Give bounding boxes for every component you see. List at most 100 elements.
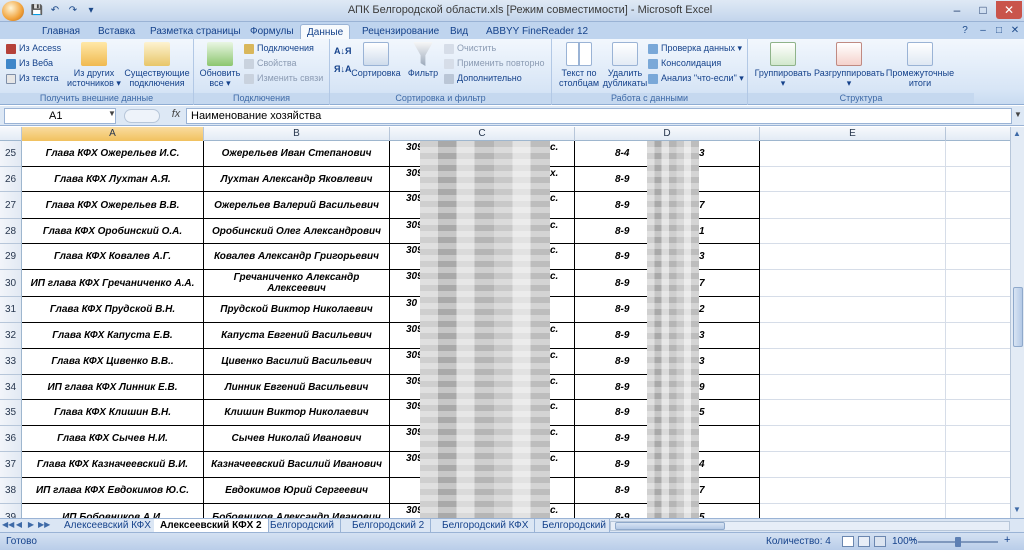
help-icon[interactable]: ? — [958, 24, 972, 37]
tab-data[interactable]: Данные — [300, 24, 351, 39]
cell-b[interactable]: Казначеевский Василий Иванович — [204, 452, 390, 478]
normal-view-icon[interactable] — [842, 536, 854, 547]
cell-b[interactable]: Клишин Виктор Николаевич — [204, 400, 390, 426]
tab-insert[interactable]: Вставка — [92, 24, 141, 39]
cell-e[interactable] — [760, 297, 946, 323]
cell-f[interactable] — [946, 244, 1010, 270]
row-header[interactable]: 35 — [0, 400, 22, 426]
zoom-in-icon[interactable]: + — [1004, 534, 1010, 546]
cell-e[interactable] — [760, 452, 946, 478]
cell-f[interactable] — [946, 167, 1010, 192]
tab-home[interactable]: Главная — [36, 24, 86, 39]
ungroup-button[interactable]: Разгруппировать ▾ — [814, 42, 885, 88]
cell-f[interactable] — [946, 375, 1010, 400]
what-if-button[interactable]: Анализ "что-если" ▾ — [648, 72, 744, 84]
row-header[interactable]: 34 — [0, 375, 22, 400]
sheet-tab-belgorodsky-2[interactable]: Белгородский 2 — [346, 519, 432, 533]
name-box-dropdown-icon[interactable]: ▼ — [108, 109, 116, 118]
cell-b[interactable]: Бобовников Александр Иванович — [204, 504, 390, 518]
cell-b[interactable]: Цивенко Василий Васильевич — [204, 349, 390, 375]
tab-review[interactable]: Рецензирование — [356, 24, 445, 39]
from-text-button[interactable]: Из текста — [6, 72, 59, 84]
save-icon[interactable]: 💾 — [30, 4, 44, 17]
cell-a[interactable]: Глава КФХ Сычев Н.И. — [22, 426, 204, 452]
row-header[interactable]: 33 — [0, 349, 22, 375]
cell-e[interactable] — [760, 375, 946, 400]
scroll-down-icon[interactable]: ▼ — [1013, 505, 1021, 514]
cell-b[interactable]: Ожерельев Валерий Васильевич — [204, 192, 390, 219]
row-header[interactable]: 27 — [0, 192, 22, 219]
reapply-button[interactable]: Применить повторно — [444, 57, 544, 69]
row-header[interactable]: 37 — [0, 452, 22, 478]
cell-a[interactable]: Глава КФХ Ожерельев И.С. — [22, 141, 204, 167]
tab-page-layout[interactable]: Разметка страницы — [144, 24, 247, 39]
from-web-button[interactable]: Из Веба — [6, 57, 53, 69]
column-header-c[interactable]: C — [390, 127, 575, 141]
clear-button[interactable]: Очистить — [444, 42, 496, 54]
cell-a[interactable]: Глава КФХ Клишин В.Н. — [22, 400, 204, 426]
cell-b[interactable]: Прудской Виктор Николаевич — [204, 297, 390, 323]
cell-e[interactable] — [760, 426, 946, 452]
row-header[interactable]: 30 — [0, 270, 22, 297]
last-sheet-icon[interactable]: ▶▶ — [38, 520, 50, 532]
select-all-corner[interactable] — [0, 127, 22, 141]
vertical-scrollbar[interactable]: ▲ ▼ — [1010, 127, 1024, 518]
page-break-view-icon[interactable] — [874, 536, 886, 547]
properties-button[interactable]: Свойства — [244, 57, 297, 69]
cell-a[interactable]: ИП глава КФХ Евдокимов Ю.С. — [22, 478, 204, 504]
row-header[interactable]: 28 — [0, 219, 22, 244]
cell-f[interactable] — [946, 349, 1010, 375]
other-sources-button[interactable]: Из других источников ▾ — [66, 42, 122, 88]
cell-f[interactable] — [946, 297, 1010, 323]
formula-input[interactable]: Наименование хозяйства — [186, 108, 1012, 124]
cell-b[interactable]: Оробинский Олег Александрович — [204, 219, 390, 244]
cell-e[interactable] — [760, 141, 946, 167]
cell-a[interactable]: ИП Бобовников А.И. — [22, 504, 204, 518]
row-header[interactable]: 29 — [0, 244, 22, 270]
remove-duplicates-button[interactable]: Удалить дубликаты — [602, 42, 648, 88]
cell-f[interactable] — [946, 504, 1010, 518]
office-button[interactable] — [2, 1, 24, 21]
cell-a[interactable]: Глава КФХ Казначеевский В.И. — [22, 452, 204, 478]
cell-f[interactable] — [946, 400, 1010, 426]
row-header[interactable]: 32 — [0, 323, 22, 349]
cell-a[interactable]: Глава КФХ Лухтан А.Я. — [22, 167, 204, 192]
vertical-scroll-thumb[interactable] — [1013, 287, 1023, 347]
cell-e[interactable] — [760, 400, 946, 426]
cell-e[interactable] — [760, 349, 946, 375]
expand-formula-icon[interactable]: ▼ — [1014, 110, 1022, 119]
row-header[interactable]: 25 — [0, 141, 22, 167]
cell-f[interactable] — [946, 452, 1010, 478]
consolidation-button[interactable]: Консолидация — [648, 57, 721, 69]
connections-button[interactable]: Подключения — [244, 42, 314, 54]
sort-desc-button[interactable]: Я↓А — [334, 63, 351, 75]
sort-asc-button[interactable]: А↓Я — [334, 45, 351, 57]
cell-e[interactable] — [760, 478, 946, 504]
ribbon-minimize-icon[interactable]: – — [976, 24, 990, 37]
ribbon-restore-icon[interactable]: □ — [992, 24, 1006, 37]
cell-b[interactable]: Линник Евгений Васильевич — [204, 375, 390, 400]
filter-button[interactable]: Фильтр — [406, 42, 440, 78]
insert-function-icon[interactable]: fx — [168, 108, 184, 124]
existing-connections-button[interactable]: Существующие подключения — [124, 42, 190, 88]
cell-f[interactable] — [946, 141, 1010, 167]
row-header[interactable]: 26 — [0, 167, 22, 192]
cell-f[interactable] — [946, 323, 1010, 349]
cell-e[interactable] — [760, 270, 946, 297]
cell-e[interactable] — [760, 504, 946, 518]
group-button[interactable]: Группировать ▾ — [752, 42, 814, 88]
horizontal-scrollbar[interactable] — [610, 521, 1010, 531]
tab-abbyy[interactable]: ABBYY FineReader 12 — [480, 24, 594, 39]
cell-f[interactable] — [946, 219, 1010, 244]
name-box[interactable]: A1 — [4, 108, 116, 124]
row-header[interactable]: 39 — [0, 504, 22, 518]
horizontal-scroll-thumb[interactable] — [615, 522, 725, 530]
sheet-tab-belgorodsky-3[interactable]: Белгородский — [536, 519, 610, 533]
cell-a[interactable]: Глава КФХ Прудской В.Н. — [22, 297, 204, 323]
subtotal-button[interactable]: Промежуточные итоги — [884, 42, 956, 88]
cell-e[interactable] — [760, 167, 946, 192]
refresh-all-button[interactable]: Обновить все ▾ — [198, 42, 242, 88]
undo-icon[interactable]: ↶ — [48, 4, 62, 17]
text-to-columns-button[interactable]: Текст по столбцам — [556, 42, 602, 88]
cell-e[interactable] — [760, 219, 946, 244]
